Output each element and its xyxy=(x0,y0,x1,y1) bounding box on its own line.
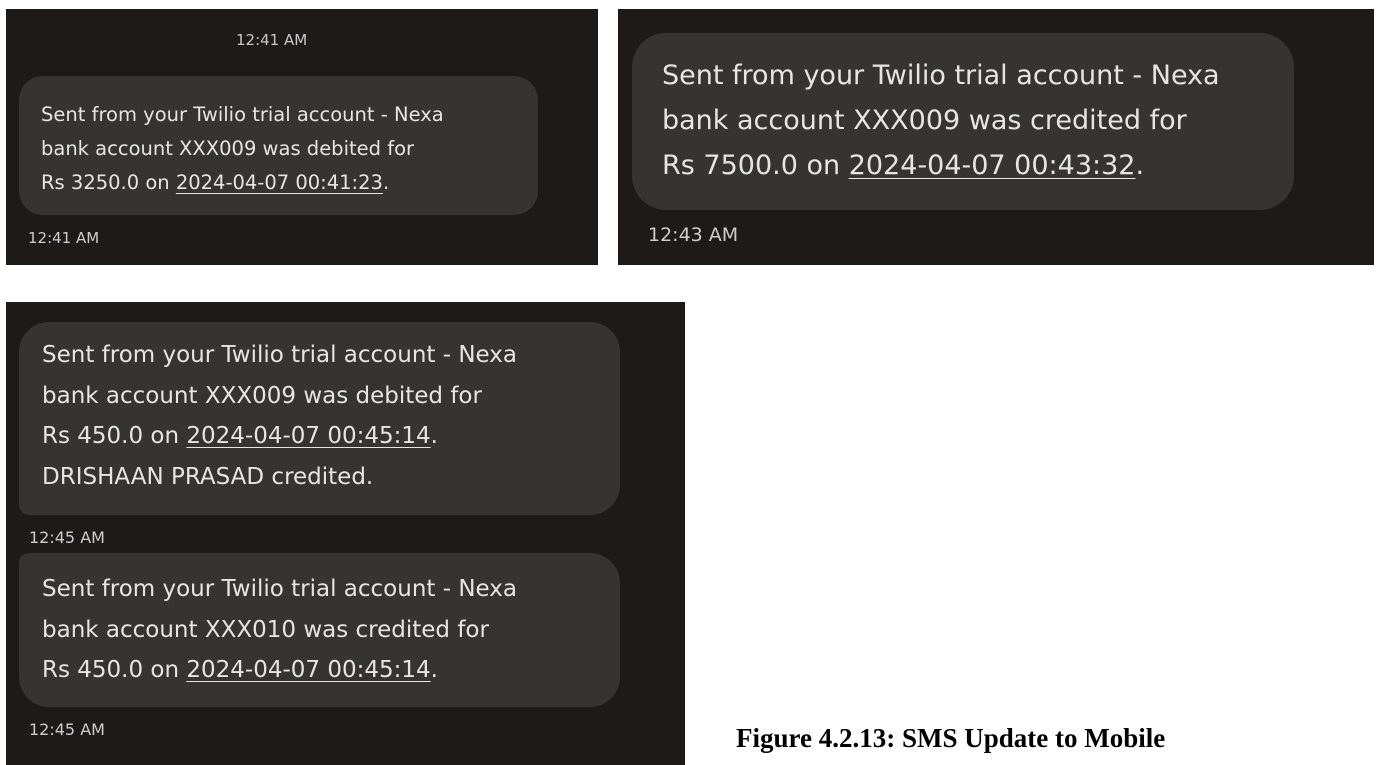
conversation-timestamp: 12:41 AM xyxy=(236,31,308,49)
message-suffix: . xyxy=(430,423,438,449)
message-line-amount: Rs 7500.0 on 2024-04-07 00:43:32. xyxy=(662,143,1294,188)
message-amount: Rs 7500.0 on xyxy=(662,150,849,181)
message-date-link[interactable]: 2024-04-07 00:43:32 xyxy=(849,150,1136,181)
message-bubble-credit-7500[interactable]: Sent from your Twilio trial account - Ne… xyxy=(632,33,1294,210)
message-bubble-debit-450[interactable]: Sent from your Twilio trial account - Ne… xyxy=(19,322,620,515)
message-suffix: . xyxy=(1135,150,1145,181)
sms-screenshot-panel-1: 12:41 AM Sent from your Twilio trial acc… xyxy=(6,9,598,265)
message-amount: Rs 450.0 on xyxy=(42,423,187,449)
message-date-link[interactable]: 2024-04-07 00:45:14 xyxy=(186,657,430,683)
message-line-amount: Rs 450.0 on 2024-04-07 00:45:14. xyxy=(42,650,620,691)
message-line: Sent from your Twilio trial account - Ne… xyxy=(41,103,444,126)
message-amount: Rs 450.0 on xyxy=(42,657,187,683)
message-line: Sent from your Twilio trial account - Ne… xyxy=(42,342,517,368)
message-timestamp: 12:45 AM xyxy=(29,720,105,739)
message-date-link[interactable]: 2024-04-07 00:41:23 xyxy=(176,171,383,194)
message-line-amount: Rs 3250.0 on 2024-04-07 00:41:23. xyxy=(41,166,538,200)
message-line: bank account XXX009 was debited for xyxy=(42,382,482,409)
message-suffix: . xyxy=(382,171,390,194)
message-line: Sent from your Twilio trial account - Ne… xyxy=(662,60,1220,91)
message-line: DRISHAAN PRASAD credited. xyxy=(42,463,374,490)
figure-caption: Figure 4.2.13: SMS Update to Mobile xyxy=(736,723,1166,753)
message-date-link[interactable]: 2024-04-07 00:45:14 xyxy=(186,423,430,449)
sms-screenshot-panel-2: Sent from your Twilio trial account - Ne… xyxy=(618,9,1374,265)
message-bubble-debit-3250[interactable]: Sent from your Twilio trial account - Ne… xyxy=(19,76,538,215)
message-bubble-credit-450[interactable]: Sent from your Twilio trial account - Ne… xyxy=(19,553,620,707)
message-timestamp: 12:43 AM xyxy=(648,224,739,246)
message-line-amount: Rs 450.0 on 2024-04-07 00:45:14. xyxy=(42,416,620,457)
message-line: bank account XXX009 was debited for xyxy=(41,137,415,160)
sms-screenshot-panel-3: Sent from your Twilio trial account - Ne… xyxy=(6,302,685,765)
message-line: bank account XXX010 was credited for xyxy=(42,616,489,643)
message-timestamp: 12:41 AM xyxy=(28,229,100,247)
message-line: Sent from your Twilio trial account - Ne… xyxy=(42,576,517,602)
message-timestamp: 12:45 AM xyxy=(29,528,105,547)
message-suffix: . xyxy=(430,657,438,683)
message-amount: Rs 3250.0 on xyxy=(41,171,176,194)
message-line: bank account XXX009 was credited for xyxy=(662,105,1187,136)
